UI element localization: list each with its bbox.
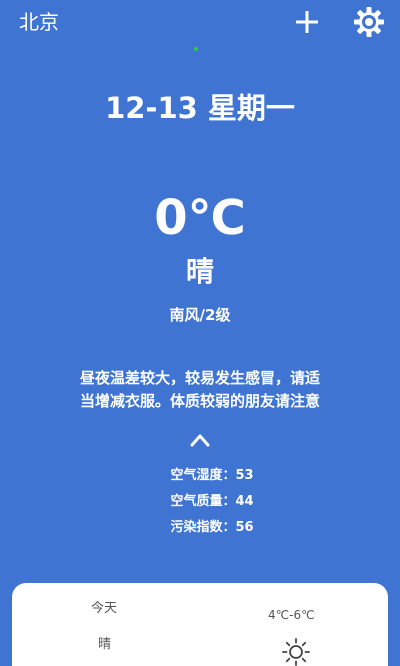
current-temperature: 0℃ [154,190,246,246]
forecast-card[interactable]: 今天 晴 4℃-6℃ [12,583,388,666]
city-name[interactable]: 北京 [19,9,59,35]
forecast-day-label: 今天 [91,601,118,616]
advice-line-1: 昼夜温差较大，较易发生感冒，请适 [79,369,320,387]
plus-icon[interactable] [294,9,320,35]
gear-icon[interactable] [353,6,385,38]
health-advice: 昼夜温差较大，较易发生感冒，请适 当增减衣服。体质较弱的朋友请注意 [48,367,352,413]
top-bar: 北京 [0,0,400,46]
humidity-value: 空气湿度：53 [170,468,254,483]
forecast-condition: 晴 [98,637,112,652]
air-quality-value: 空气质量：44 [170,494,254,509]
weather-condition: 晴 [185,255,214,288]
forecast-temp-range: 4℃-6℃ [268,608,315,622]
wind-info: 南风/2级 [169,306,231,324]
sun-icon [282,638,310,666]
chevron-up-icon[interactable] [189,432,211,448]
air-metrics: 空气湿度：53 空气质量：44 污染指数：56 [0,466,400,544]
pollution-index-value: 污染指数：56 [170,520,254,535]
page-indicator-dot [194,47,198,51]
date-weekday: 12-13 星期一 [105,91,295,125]
weather-screen: 北京 12-13 星期一 0℃ 晴 南风/2级 昼夜温差较大，较易发生感冒，请适… [0,0,400,666]
advice-line-2: 当增减衣服。体质较弱的朋友请注意 [79,392,320,410]
